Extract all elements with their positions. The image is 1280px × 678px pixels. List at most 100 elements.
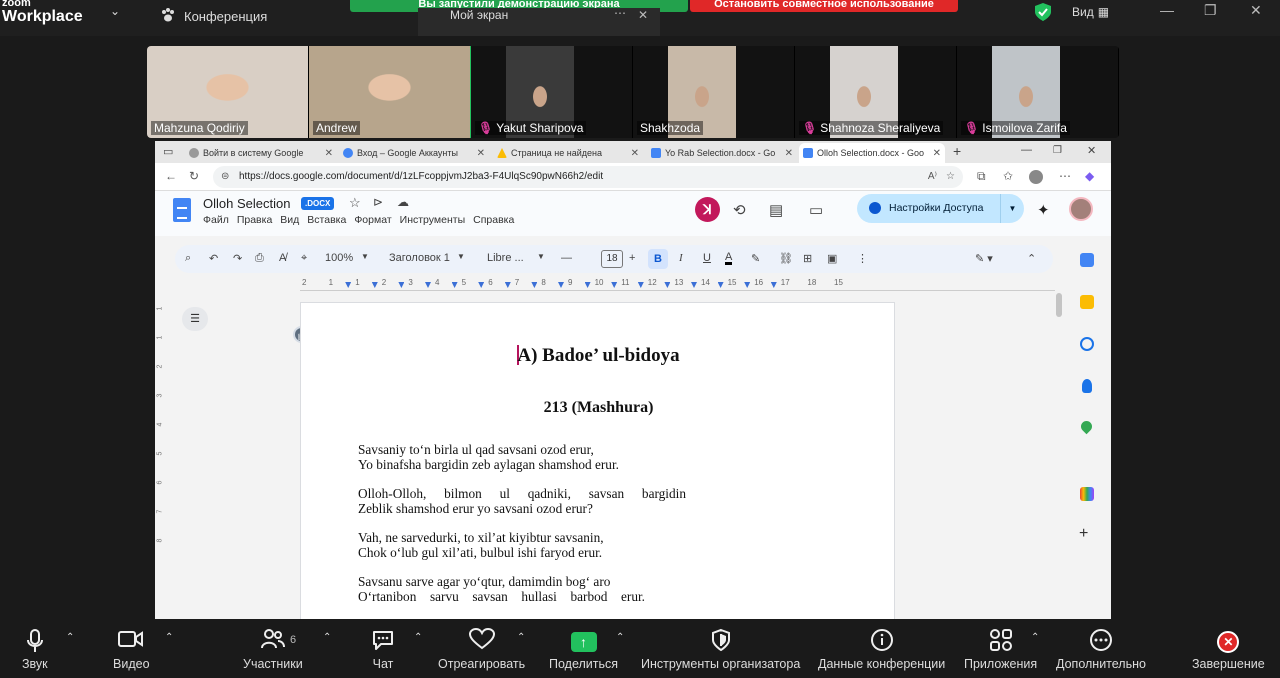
menu-help[interactable]: Справка (473, 214, 514, 226)
tab-yo-rab[interactable]: Yo Rab Selection.docx - Go ✕ (647, 143, 797, 163)
chevron-down-icon[interactable]: ▼ (1000, 194, 1024, 223)
caret-up-icon[interactable]: ⌃ (165, 632, 173, 643)
decrease-font-icon[interactable]: — (561, 252, 572, 264)
history-icon[interactable]: ⟲ (733, 201, 746, 219)
menu-tools[interactable]: Инструменты (400, 214, 465, 226)
poem-body[interactable]: Savsaniy to‘n birla ul qad savsani ozod … (358, 442, 686, 618)
tab-stop-marker[interactable] (345, 282, 352, 288)
extensions-icon[interactable]: ⧉ (977, 169, 986, 184)
view-menu[interactable]: Вид ▦ (1072, 5, 1109, 19)
paint-format-icon[interactable]: ⌖ (301, 252, 307, 265)
highlight-icon[interactable]: ✎ (751, 252, 760, 265)
close-tab-icon[interactable]: ✕ (631, 148, 639, 159)
chevron-down-icon[interactable]: ▼ (537, 252, 545, 261)
close-tab-icon[interactable]: ✕ (325, 148, 333, 159)
tab-actions-icon[interactable]: ▭ (163, 145, 173, 158)
link-icon[interactable]: ⛓ (779, 252, 793, 265)
participant-tile[interactable]: 🎙 Ismoilova Zarifa (957, 46, 1119, 138)
bold-button[interactable]: B (648, 249, 668, 269)
tab-stop-marker[interactable] (558, 282, 564, 288)
zoom-select[interactable]: 100% (325, 252, 353, 264)
react-button[interactable]: Отреагировать (438, 627, 525, 671)
close-tab-icon[interactable]: ✕ (785, 148, 793, 159)
caret-up-icon[interactable]: ⌃ (323, 632, 331, 643)
tab-stop-marker[interactable] (425, 282, 431, 288)
favorite-star-icon[interactable]: ☆ (946, 166, 955, 188)
tab-stop-marker[interactable] (744, 282, 751, 288)
meeting-info-button[interactable]: Данные конференции (818, 628, 945, 671)
tab-stop-marker[interactable] (504, 282, 511, 288)
contacts-icon[interactable] (1082, 379, 1092, 393)
document-outline-button[interactable]: ☰ (182, 307, 208, 331)
back-icon[interactable]: ← (165, 169, 177, 183)
minimize-icon[interactable]: — (1021, 144, 1032, 156)
caret-up-icon[interactable]: ⌃ (616, 632, 624, 643)
more-icon[interactable]: ⋯ (1059, 169, 1071, 183)
apps-button[interactable]: Приложения (964, 628, 1037, 671)
tab-stop-marker[interactable] (717, 282, 724, 288)
document-title[interactable]: Olloh Selection (203, 196, 290, 211)
tab-stop-marker[interactable] (398, 282, 405, 288)
undo-icon[interactable]: ↶ (209, 252, 218, 265)
menu-view[interactable]: Вид (280, 214, 299, 226)
close-tab-icon[interactable]: ✕ (477, 148, 485, 159)
document-heading[interactable]: A) Badoe’ ul-bidoya (301, 345, 896, 367)
tab-stop-marker[interactable] (611, 282, 618, 288)
gemini-icon[interactable]: ✦ (1037, 201, 1050, 219)
more-button[interactable]: Дополнительно (1056, 628, 1146, 671)
tasks-icon[interactable] (1080, 337, 1094, 351)
caret-up-icon[interactable]: ⌃ (517, 632, 525, 643)
participant-tile[interactable]: Mahzuna Qodiriy (147, 46, 309, 138)
url-field[interactable]: ⊜ https://docs.google.com/document/d/1zL… (213, 166, 963, 188)
document-subheading[interactable]: 213 (Mashhura) (301, 399, 896, 417)
menu-format[interactable]: Формат (354, 214, 391, 226)
increase-font-icon[interactable]: + (629, 252, 635, 264)
copilot-icon[interactable]: ◆ (1085, 169, 1094, 183)
tab-stop-marker[interactable] (770, 282, 777, 288)
host-tools-button[interactable]: Инструменты организатора (641, 628, 800, 671)
chevron-down-icon[interactable]: ▼ (361, 252, 369, 261)
close-tab-icon[interactable]: ✕ (933, 148, 941, 159)
participant-tile[interactable]: Shakhzoda (633, 46, 795, 138)
menu-file[interactable]: Файл (203, 214, 229, 226)
move-icon[interactable]: ⊳ (373, 195, 383, 209)
tab-olloh[interactable]: Olloh Selection.docx - Goo ✕ (799, 143, 945, 163)
maps-icon[interactable] (1078, 418, 1095, 435)
more-options-icon[interactable]: ⋮ (857, 252, 868, 265)
audio-button[interactable]: Звук (22, 628, 48, 671)
search-icon[interactable]: ⌕ (185, 252, 191, 265)
text-color-icon[interactable]: A (725, 252, 733, 265)
add-icon[interactable]: + (1079, 525, 1088, 543)
scrollbar[interactable] (1056, 293, 1062, 317)
tab-stop-marker[interactable] (664, 282, 671, 288)
close-icon[interactable]: ✕ (638, 8, 648, 22)
print-icon[interactable]: ⎙ (255, 252, 264, 265)
chevron-down-icon[interactable]: ▼ (457, 252, 465, 261)
participant-tile[interactable]: 🎙 Yakut Sharipova (471, 46, 633, 138)
restore-icon[interactable]: ❐ (1204, 2, 1217, 19)
tab-stop-marker[interactable] (691, 282, 697, 288)
end-meeting-button[interactable]: ✕ Завершение (1192, 628, 1265, 671)
underline-button[interactable]: U (703, 252, 711, 264)
calendar-icon[interactable] (1080, 253, 1094, 267)
font-size-input[interactable]: 18 (601, 250, 623, 268)
star-icon[interactable]: ☆ (349, 195, 361, 211)
meet-icon[interactable]: ▭ (809, 201, 823, 219)
my-screen-panel[interactable]: Мой экран ⋯ ✕ (418, 6, 660, 36)
redo-icon[interactable]: ↷ (233, 252, 242, 265)
participant-tile[interactable]: 🎙 Shahnoza Sheraliyeva (795, 46, 957, 138)
image-icon[interactable]: ▣ (827, 252, 837, 265)
new-tab-icon[interactable]: + (953, 143, 961, 159)
tab-google-accounts[interactable]: Вход – Google Аккаунты ✕ (339, 143, 489, 163)
collaborator-avatar[interactable]: ꓘ (695, 197, 720, 222)
security-shield-icon[interactable] (1034, 2, 1052, 22)
menu-insert[interactable]: Вставка (307, 214, 346, 226)
share-screen-button[interactable]: ↑ Поделиться (549, 628, 618, 671)
share-button[interactable]: Настройки Доступа ▼ (857, 194, 1024, 223)
close-window-icon[interactable]: ✕ (1087, 144, 1096, 157)
tab-stop-marker[interactable] (478, 282, 485, 288)
italic-button[interactable]: I (679, 252, 683, 264)
profile-icon[interactable] (1029, 170, 1043, 184)
tab-stop-marker[interactable] (584, 282, 591, 288)
more-icon[interactable]: ⋯ (614, 6, 626, 20)
